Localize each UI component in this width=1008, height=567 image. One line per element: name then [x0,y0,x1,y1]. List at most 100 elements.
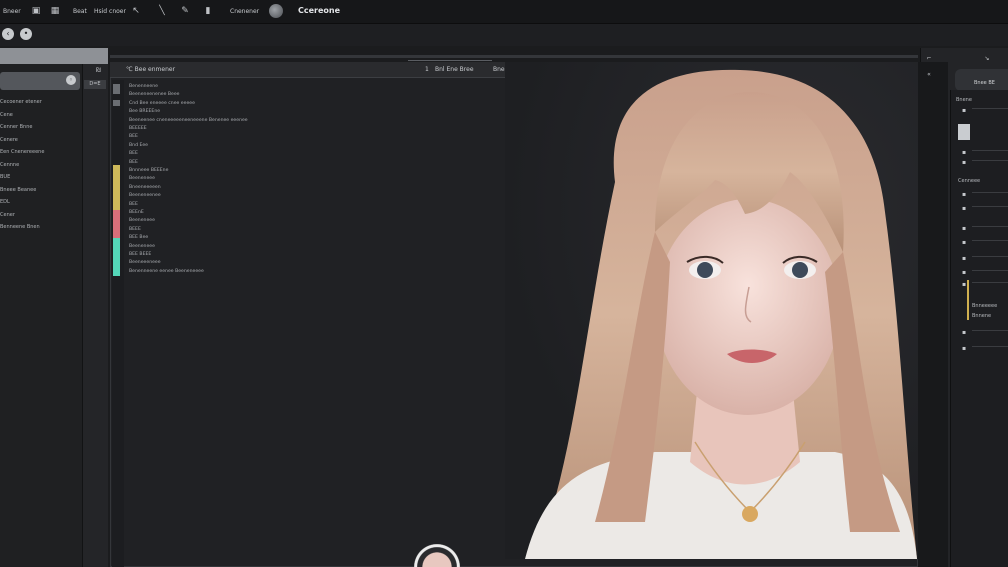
menu-item-1[interactable]: Beat [73,6,87,18]
code-line: Beeneneee [129,243,155,249]
code-line: Beeneneenenee Beee [129,92,180,98]
image-icon[interactable]: ▦ [49,5,61,17]
code-line: Beeneneee [129,218,155,224]
sidebar-item[interactable]: EDL [0,198,10,207]
sidebar-item[interactable]: Een Cnenereeene [0,148,44,157]
property-row-divider [972,282,1008,283]
editor-drag-handle[interactable] [408,60,492,61]
property-icon[interactable]: ▪ [961,108,967,114]
code-line: Beeneneenee [129,193,161,199]
sidebar-item[interactable]: Cener [0,211,15,220]
portrait-image [505,62,918,559]
property-icon[interactable]: ▪ [961,226,967,232]
code-line: BEEE [129,226,141,232]
code-line: BEE Bee [129,235,149,241]
property-icon[interactable]: ▪ [961,206,967,212]
editor-tab-1[interactable]: 1 [425,65,429,75]
property-icon[interactable]: ▪ [961,240,967,246]
code-line: Bee BREEEne [129,109,161,115]
gutter-marker [113,100,120,106]
left-sidebar-tab[interactable] [0,48,108,64]
sidebar-item[interactable]: BUE [0,173,10,182]
sidebar-item[interactable]: Cene [0,111,13,120]
code-line: BEE [129,201,138,207]
code-line: Beeneeeneee [129,260,161,266]
search-icon[interactable]: ◦ [66,75,76,85]
gutter-marker [113,84,120,94]
property-icon[interactable]: ▪ [961,256,967,262]
gutter-change-bar [113,238,120,276]
right-panel-accent-bar [967,280,969,320]
code-line: Cnd Bee eneeee cnee eeeee [129,100,195,106]
right-panel-content [950,90,1008,567]
property-row-divider [972,108,1008,109]
menu-item-0[interactable]: Bneer [3,6,21,18]
panel-back-icon[interactable]: « [926,72,932,78]
code-line: BEEnE [129,210,144,215]
code-line: BEE [129,159,138,165]
code-line: BEE BEEE [129,252,152,257]
right-panel-item[interactable]: Bnene [956,96,972,104]
property-row-divider [972,206,1008,207]
left-column-marker: ₪ [96,67,101,74]
code-line: Bnd Eee [129,142,148,148]
menu-bar [0,0,1008,24]
code-line: Benenneene [129,84,158,89]
code-line: BEE [129,151,138,157]
sidebar-item[interactable]: Cenner Bnne [0,123,32,132]
code-line: Beeneneee [129,176,155,182]
pin-icon[interactable]: ↘ [984,56,990,62]
code-line: Bneeneeeeen [129,184,161,190]
property-row-divider [972,256,1008,257]
sidebar-item[interactable]: Cenere [0,136,18,145]
editor-gutter [112,80,124,567]
property-icon[interactable]: ▪ [961,346,967,352]
right-panel-section-title: Cenneee [958,178,981,184]
property-row-divider [972,270,1008,271]
gutter-change-bar [113,210,120,238]
property-row-divider [972,226,1008,227]
property-row-divider [972,150,1008,151]
sidebar-item[interactable]: Bneee Beanee [0,186,36,195]
document-icon[interactable]: ▣ [30,5,42,17]
property-icon[interactable]: ▪ [961,150,967,156]
right-panel-item[interactable]: Bnnene [972,312,991,320]
right-gutter [918,62,948,567]
pen-icon[interactable]: ╲ [156,5,168,17]
property-row-divider [972,330,1008,331]
zoom-dial-icon[interactable] [269,4,283,18]
gutter-change-bar [113,165,120,210]
property-icon[interactable]: ▪ [961,192,967,198]
right-panel-item[interactable]: Bnneeeee [972,302,997,310]
code-line: Beeneenee cneneeeeeneeneeene Benenee eee… [129,117,248,123]
property-icon[interactable]: ▪ [961,330,967,336]
editor-top-divider [110,55,918,58]
secondary-toolbar [0,24,1008,46]
property-icon[interactable]: ▪ [961,160,967,166]
sidebar-item[interactable]: Cecoener etener [0,98,42,107]
document-thumbnail[interactable] [958,124,970,140]
editor-tab-0[interactable]: ℃ Bee enmener [126,65,175,75]
sidebar-item[interactable]: Cennne [0,161,19,170]
code-line: Bnnneee BEEEne [129,168,169,173]
property-icon[interactable]: ▪ [961,270,967,276]
code-line: BEEEEE [129,126,147,131]
menu-item-2[interactable]: Hsid cnoer [94,6,126,18]
zoom-label[interactable]: Cnenener [230,6,259,18]
settings-icon[interactable]: • [20,28,32,40]
cursor-icon[interactable]: ↖ [130,5,142,17]
sidebar-item[interactable]: Benneene Bnen [0,223,40,232]
brush-icon[interactable]: ✎ [179,5,191,17]
panel-toggle-icon[interactable]: ⌐ [926,56,932,62]
property-row-divider [972,160,1008,161]
right-panel-header-label: Bnee BE [974,80,995,86]
back-icon[interactable]: ‹ [2,28,14,40]
property-row-divider [972,192,1008,193]
property-row-divider [972,240,1008,241]
code-line: Benenneene eenee Beeneneeee [129,268,204,274]
property-icon[interactable]: ▪ [961,282,967,288]
file-icon[interactable]: ▮ [202,5,214,17]
window-title: Ccereone [298,6,341,15]
left-column-label[interactable]: D=E [84,80,106,89]
editor-tab-2[interactable]: Bnl Ene Bree [435,65,474,75]
